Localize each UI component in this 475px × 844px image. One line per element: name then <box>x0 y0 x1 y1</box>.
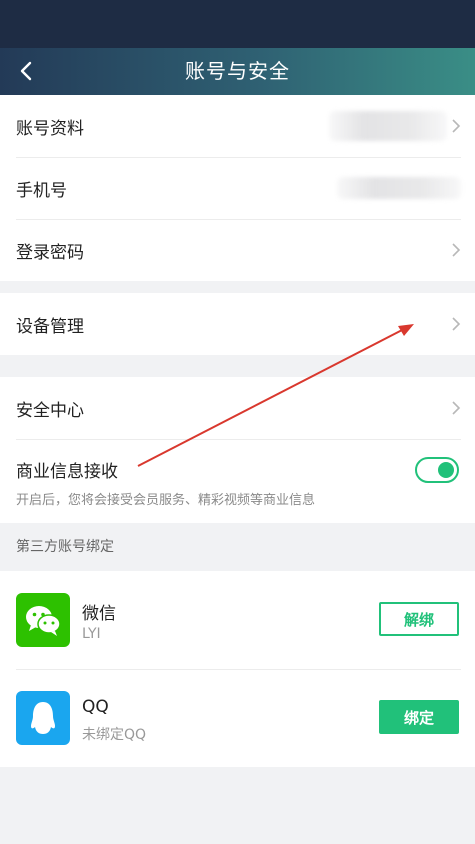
account-group: 账号资料 手机号 登录密码 <box>0 95 475 281</box>
chevron-right-icon <box>452 401 461 415</box>
chevron-right-icon <box>452 317 461 331</box>
account-profile-label: 账号资料 <box>16 118 84 139</box>
redacted-value <box>337 177 461 199</box>
third-party-section-title: 第三方账号绑定 <box>0 523 475 571</box>
commercial-info-description: 开启后，您将会接受会员服务、精彩视频等商业信息 <box>16 493 316 508</box>
security-group: 安全中心 商业信息接收 开启后，您将会接受会员服务、精彩视频等商业信息 <box>0 377 475 523</box>
nav-header: 账号与安全 <box>0 48 475 95</box>
wechat-account: LYI <box>82 626 101 642</box>
wechat-name: 微信 <box>82 604 116 624</box>
chevron-right-icon <box>452 243 461 257</box>
phone-row[interactable]: 手机号 <box>0 157 475 219</box>
device-management-label: 设备管理 <box>16 316 84 337</box>
chevron-right-icon <box>452 119 461 133</box>
commercial-info-row: 商业信息接收 开启后，您将会接受会员服务、精彩视频等商业信息 <box>0 439 475 523</box>
commercial-info-toggle[interactable] <box>415 457 459 483</box>
status-bar <box>0 0 475 48</box>
page-title: 账号与安全 <box>185 59 290 83</box>
security-center-label: 安全中心 <box>16 400 84 421</box>
security-center-row[interactable]: 安全中心 <box>0 377 475 439</box>
qq-icon <box>16 691 70 745</box>
redacted-value <box>329 111 447 141</box>
unbind-wechat-button[interactable]: 解绑 <box>379 602 459 636</box>
device-management-row[interactable]: 设备管理 <box>0 293 475 355</box>
login-password-row[interactable]: 登录密码 <box>0 219 475 281</box>
section-gap <box>0 355 475 377</box>
toggle-knob <box>438 462 454 478</box>
wechat-bind-row: 微信 LYI 解绑 <box>0 571 475 669</box>
device-group: 设备管理 <box>0 293 475 355</box>
wechat-icon <box>16 593 70 647</box>
bind-qq-button[interactable]: 绑定 <box>379 700 459 734</box>
phone-label: 手机号 <box>16 180 67 201</box>
commercial-info-label: 商业信息接收 <box>16 462 118 482</box>
account-profile-row[interactable]: 账号资料 <box>0 95 475 157</box>
section-gap <box>0 281 475 293</box>
qq-status: 未绑定QQ <box>82 727 147 743</box>
third-party-group: 微信 LYI 解绑 QQ 未绑定QQ 绑定 <box>0 571 475 767</box>
qq-name: QQ <box>82 697 109 717</box>
qq-bind-row: QQ 未绑定QQ 绑定 <box>0 669 475 767</box>
login-password-label: 登录密码 <box>16 242 84 263</box>
